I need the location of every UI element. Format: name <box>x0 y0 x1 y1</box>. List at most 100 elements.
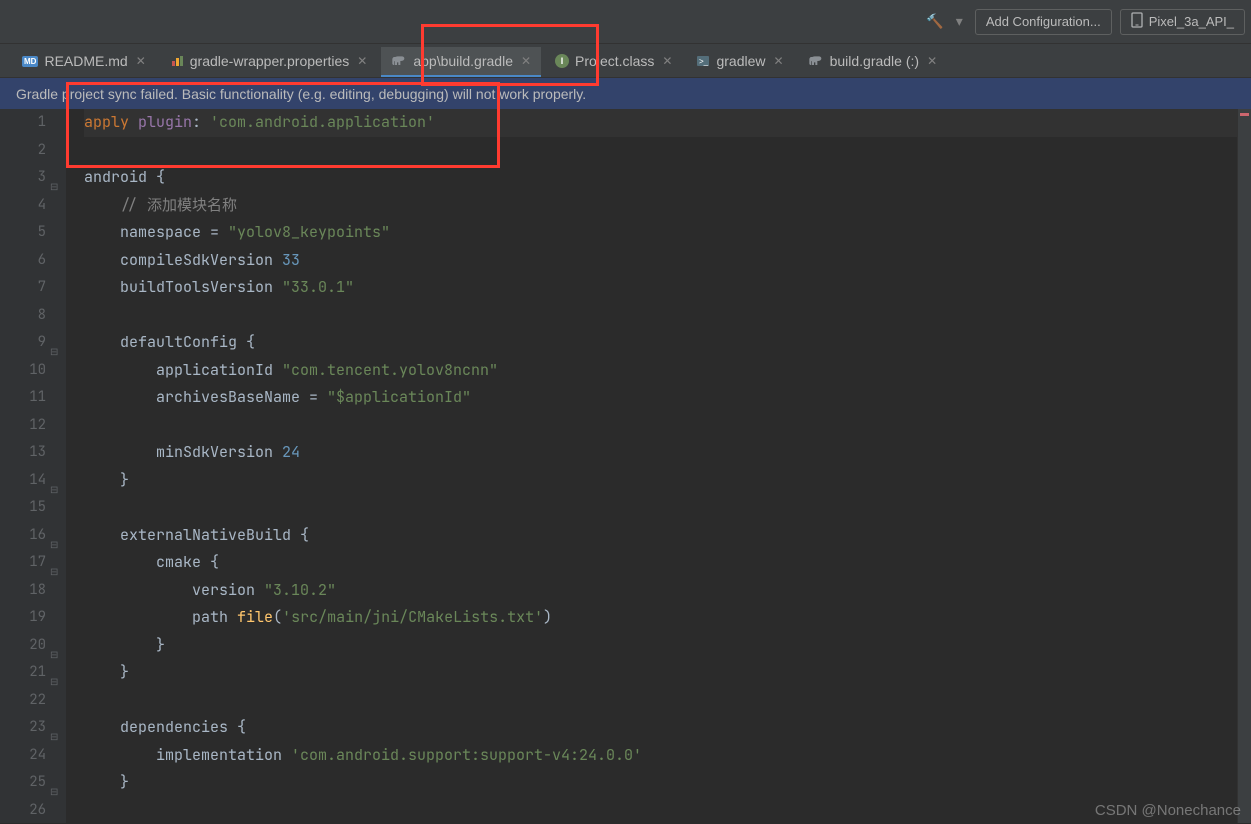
code-line[interactable]: compileSdkVersion 33 <box>84 247 1237 275</box>
code-line[interactable] <box>84 797 1237 824</box>
error-marker[interactable] <box>1240 113 1249 116</box>
code-line[interactable]: buildToolsVersion "33.0.1" <box>84 274 1237 302</box>
line-number: 20 <box>0 632 46 660</box>
line-number: 11 <box>0 384 46 412</box>
code-line[interactable]: } <box>84 632 1237 660</box>
close-icon[interactable]: ✕ <box>521 54 531 68</box>
code-line[interactable]: minSdkVersion 24 <box>84 439 1237 467</box>
right-error-stripe[interactable] <box>1237 109 1251 823</box>
code-line[interactable]: apply plugin: 'com.android.application' <box>84 109 1237 137</box>
file-tab-2[interactable]: app\build.gradle ✕ <box>381 47 541 77</box>
fold-icon[interactable]: ⊟ <box>50 723 58 751</box>
line-number: 17 <box>0 549 46 577</box>
line-number: 16 <box>0 522 46 550</box>
tab-label: gradlew <box>716 53 765 69</box>
tab-label: app\build.gradle <box>413 53 513 69</box>
warning-text: Gradle project sync failed. Basic functi… <box>16 86 586 102</box>
tab-label: README.md <box>44 53 127 69</box>
code-line[interactable]: applicationId "com.tencent.yolov8ncnn" <box>84 357 1237 385</box>
fold-icon[interactable]: ⊟ <box>50 558 58 586</box>
add-configuration-label: Add Configuration... <box>986 14 1101 29</box>
line-number: 25 <box>0 769 46 797</box>
code-line[interactable]: version "3.10.2" <box>84 577 1237 605</box>
file-icon: >_ <box>696 54 710 68</box>
code-line[interactable]: } <box>84 769 1237 797</box>
line-number: 23 <box>0 714 46 742</box>
close-icon[interactable]: ✕ <box>357 54 367 68</box>
file-icon <box>808 53 824 69</box>
file-tabs: MDREADME.md✕gradle-wrapper.properties✕ap… <box>0 44 1251 78</box>
close-icon[interactable]: ✕ <box>774 54 784 68</box>
add-configuration-button[interactable]: Add Configuration... <box>975 9 1112 35</box>
line-number: 13 <box>0 439 46 467</box>
code-line[interactable] <box>84 137 1237 165</box>
fold-icon[interactable]: ⊟ <box>50 778 58 806</box>
code-line[interactable] <box>84 494 1237 522</box>
code-line[interactable]: } <box>84 659 1237 687</box>
code-area[interactable]: apply plugin: 'com.android.application' a… <box>66 109 1237 823</box>
tab-label: Project.class <box>575 53 654 69</box>
tab-label: gradle-wrapper.properties <box>190 53 350 69</box>
code-line[interactable]: path file('src/main/jni/CMakeLists.txt') <box>84 604 1237 632</box>
code-line[interactable]: implementation 'com.android.support:supp… <box>84 742 1237 770</box>
main-toolbar: 🔨 ▾ Add Configuration... Pixel_3a_API_ <box>0 0 1251 44</box>
line-number: 12 <box>0 412 46 440</box>
close-icon[interactable]: ✕ <box>662 54 672 68</box>
fold-icon[interactable]: ⊟ <box>50 338 58 366</box>
code-line[interactable]: dependencies { <box>84 714 1237 742</box>
line-number: 4 <box>0 192 46 220</box>
fold-icon[interactable]: ⊟ <box>50 668 58 696</box>
line-gutter: ⊟⊟⊟⊟⊟⊟⊟⊟⊟ 123456789101112131415161718192… <box>0 109 66 823</box>
close-icon[interactable]: ✕ <box>927 54 937 68</box>
code-line[interactable]: } <box>84 467 1237 495</box>
code-line[interactable]: cmake { <box>84 549 1237 577</box>
file-tab-4[interactable]: >_ gradlew ✕ <box>686 47 793 77</box>
code-line[interactable]: android { <box>84 164 1237 192</box>
line-number: 21 <box>0 659 46 687</box>
file-tab-0[interactable]: MD README.md ✕ <box>12 47 156 77</box>
file-icon <box>170 54 184 68</box>
line-number: 26 <box>0 797 46 824</box>
device-phone-icon <box>1131 12 1143 31</box>
line-number: 19 <box>0 604 46 632</box>
fold-icon[interactable]: ⊟ <box>50 531 58 559</box>
tab-label: build.gradle (:) <box>830 53 920 69</box>
file-tab-1[interactable]: gradle-wrapper.properties ✕ <box>160 47 378 77</box>
file-icon: MD <box>22 56 38 67</box>
csdn-watermark: CSDN @Nonechance <box>1095 802 1241 819</box>
code-line[interactable] <box>84 412 1237 440</box>
code-line[interactable]: namespace = "yolov8_keypoints" <box>84 219 1237 247</box>
fold-icon[interactable]: ⊟ <box>50 476 58 504</box>
code-line[interactable] <box>84 302 1237 330</box>
line-number: 1 <box>0 109 46 137</box>
close-icon[interactable]: ✕ <box>136 54 146 68</box>
line-number: 8 <box>0 302 46 330</box>
code-editor: ⊟⊟⊟⊟⊟⊟⊟⊟⊟ 123456789101112131415161718192… <box>0 109 1251 823</box>
device-selector-button[interactable]: Pixel_3a_API_ <box>1120 9 1245 35</box>
code-line[interactable]: defaultConfig { <box>84 329 1237 357</box>
line-number: 14 <box>0 467 46 495</box>
line-number: 18 <box>0 577 46 605</box>
file-tab-3[interactable]: IProject.class✕ <box>545 47 682 77</box>
file-tab-5[interactable]: build.gradle (:) ✕ <box>798 47 948 77</box>
code-line[interactable]: archivesBaseName = "$applicationId" <box>84 384 1237 412</box>
line-number: 6 <box>0 247 46 275</box>
line-number: 2 <box>0 137 46 165</box>
sync-failed-warning-bar: Gradle project sync failed. Basic functi… <box>0 78 1251 109</box>
line-number: 22 <box>0 687 46 715</box>
fold-icon[interactable]: ⊟ <box>50 641 58 669</box>
line-number: 7 <box>0 274 46 302</box>
line-number: 5 <box>0 219 46 247</box>
line-number: 24 <box>0 742 46 770</box>
line-number: 15 <box>0 494 46 522</box>
build-hammer-icon[interactable]: 🔨 <box>926 13 943 30</box>
code-line[interactable]: // 添加模块名称 <box>84 192 1237 220</box>
code-line[interactable]: externalNativeBuild { <box>84 522 1237 550</box>
dropdown-icon[interactable]: ▾ <box>956 13 963 30</box>
line-number: 10 <box>0 357 46 385</box>
svg-text:>_: >_ <box>699 57 709 66</box>
code-line[interactable] <box>84 687 1237 715</box>
file-icon <box>391 53 407 69</box>
fold-icon[interactable]: ⊟ <box>50 173 58 201</box>
device-label: Pixel_3a_API_ <box>1149 14 1234 29</box>
